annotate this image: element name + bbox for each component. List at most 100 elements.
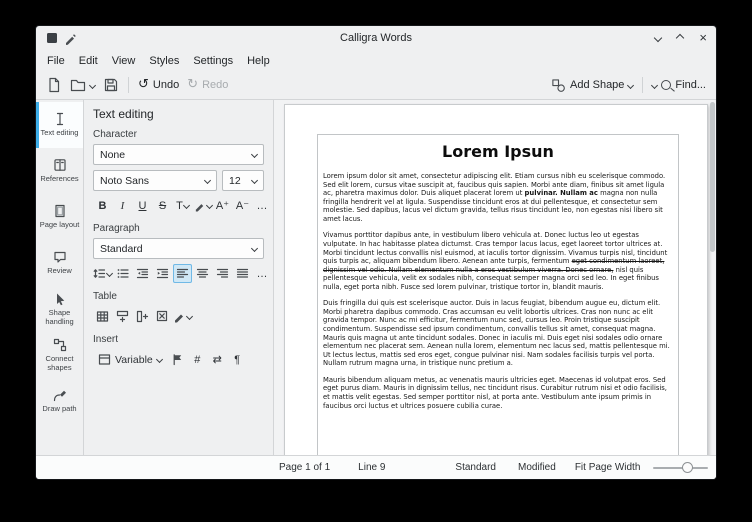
connector-icon <box>53 338 67 352</box>
doc-paragraph: Vivamus porttitor dapibus ante, in vesti… <box>323 231 673 291</box>
chevron-down-icon <box>183 202 190 209</box>
sidebar-item-page-layout[interactable]: Page layout <box>36 194 83 240</box>
document-heading: Lorem Ipsun <box>323 142 673 161</box>
variable-icon <box>98 353 111 366</box>
zoom-mode-button[interactable]: Fit Page Width <box>575 462 641 473</box>
scrollbar-thumb[interactable] <box>710 102 715 252</box>
save-button[interactable] <box>99 74 123 96</box>
toolbar-separator <box>128 77 129 93</box>
decrease-indent-button[interactable] <box>133 264 152 283</box>
menu-settings[interactable]: Settings <box>186 53 240 69</box>
comment-bubble-icon <box>53 250 67 264</box>
align-right-icon <box>216 267 229 280</box>
character-section-label: Character <box>93 129 264 140</box>
sidebar-item-draw-path[interactable]: Draw path <box>36 378 83 424</box>
menu-edit[interactable]: Edit <box>72 53 105 69</box>
chevron-down-icon <box>251 245 258 252</box>
insert-row-button[interactable] <box>113 307 132 326</box>
strikethrough-button[interactable]: S <box>153 196 172 215</box>
document-page[interactable]: Lorem Ipsun Lorem ipsum dolor sit amet, … <box>284 104 708 455</box>
new-document-button[interactable] <box>42 74 66 96</box>
align-right-button[interactable] <box>213 264 232 283</box>
menubar: File Edit View Styles Settings Help <box>36 50 716 71</box>
main-toolbar: ↺ Undo ↻ Redo Add Shape Find... <box>36 71 716 100</box>
align-center-icon <box>196 267 209 280</box>
decrease-indent-icon <box>136 267 149 280</box>
zoom-slider-handle[interactable] <box>682 462 693 473</box>
line-spacing-icon <box>93 267 106 280</box>
delete-table-icon <box>156 310 169 323</box>
delete-table-button[interactable] <box>153 307 172 326</box>
insert-column-button[interactable] <box>133 307 152 326</box>
bold-button[interactable]: B <box>93 196 112 215</box>
increase-indent-button[interactable] <box>153 264 172 283</box>
app-icon <box>45 31 59 45</box>
minimize-button[interactable] <box>654 34 662 42</box>
doc-paragraph: Lorem ipsum dolor sit amet, consectetur … <box>323 172 673 223</box>
border-pen-icon <box>173 310 186 323</box>
menu-help[interactable]: Help <box>240 53 277 69</box>
toolbar-separator <box>642 77 643 93</box>
menu-styles[interactable]: Styles <box>142 53 186 69</box>
insert-cross-reference-button[interactable]: ⇄ <box>208 350 227 369</box>
undo-button[interactable]: ↺ Undo <box>134 76 183 94</box>
sidebar-item-text-editing[interactable]: Text editing <box>36 102 83 148</box>
sidebar-item-shape-handling[interactable]: Shape handling <box>36 286 83 332</box>
align-justify-icon <box>236 267 249 280</box>
insert-table-button[interactable] <box>93 307 112 326</box>
table-border-pen-button[interactable] <box>173 307 192 326</box>
sidebar-item-connect-shapes[interactable]: Connect shapes <box>36 332 83 378</box>
italic-button[interactable]: I <box>113 196 132 215</box>
find-button[interactable]: Find... <box>648 76 710 94</box>
bullet-list-button[interactable] <box>113 264 132 283</box>
grow-font-button[interactable]: A⁺ <box>213 196 232 215</box>
flag-icon <box>171 353 184 366</box>
align-justify-button[interactable] <box>233 264 252 283</box>
sidebar-item-review[interactable]: Review <box>36 240 83 286</box>
insert-bookmark-button[interactable] <box>168 350 187 369</box>
vertical-scrollbar[interactable] <box>710 102 715 453</box>
more-character-options-button[interactable]: … <box>253 196 272 215</box>
font-family-dropdown[interactable]: Noto Sans <box>93 170 217 191</box>
insert-variable-dropdown[interactable]: Variable <box>93 350 167 369</box>
maximize-button[interactable] <box>676 34 684 42</box>
cursor-arrow-icon <box>53 292 67 306</box>
zoom-slider[interactable] <box>653 461 708 475</box>
align-center-button[interactable] <box>193 264 212 283</box>
zoom-slider-track <box>653 467 708 469</box>
close-button[interactable]: × <box>699 33 707 43</box>
tool-tabstrip: Text editing References Page layout <box>36 100 84 455</box>
character-style-dropdown[interactable]: None <box>93 144 264 165</box>
menu-view[interactable]: View <box>105 53 143 69</box>
open-document-button[interactable] <box>66 74 99 96</box>
document-canvas[interactable]: Lorem Ipsun Lorem ipsum dolor sit amet, … <box>274 100 716 455</box>
undo-icon: ↺ <box>138 79 149 91</box>
more-paragraph-options-button[interactable]: … <box>253 264 272 283</box>
highlight-color-button[interactable] <box>193 196 212 215</box>
underline-button[interactable]: U <box>133 196 152 215</box>
shrink-font-button[interactable]: A⁻ <box>233 196 252 215</box>
insert-row-icon <box>116 310 129 323</box>
book-icon <box>53 158 67 172</box>
text-frame[interactable]: Lorem Ipsun Lorem ipsum dolor sit amet, … <box>317 134 679 455</box>
insert-page-number-button[interactable]: # <box>188 350 207 369</box>
line-spacing-button[interactable] <box>93 264 112 283</box>
sidebar-item-references[interactable]: References <box>36 148 83 194</box>
style-indicator[interactable]: Standard <box>455 462 496 473</box>
menu-file[interactable]: File <box>40 53 72 69</box>
table-icon <box>96 310 109 323</box>
font-size-dropdown[interactable]: 12 <box>222 170 264 191</box>
titlebar[interactable]: Calligra Words × <box>36 26 716 50</box>
tool-options-panel: Text editing Character None Noto Sans 12… <box>84 100 274 455</box>
align-left-button[interactable] <box>173 264 192 283</box>
paragraph-style-dropdown[interactable]: Standard <box>93 238 264 259</box>
insert-paragraph-mark-button[interactable]: ¶ <box>228 350 247 369</box>
main-area: Text editing References Page layout <box>36 100 716 455</box>
save-icon <box>103 77 119 93</box>
add-shape-button[interactable]: Add Shape <box>547 75 637 96</box>
redo-button[interactable]: ↻ Redo <box>183 76 232 94</box>
chevron-down-icon <box>205 202 212 209</box>
chevron-down-icon <box>89 81 96 88</box>
open-folder-icon <box>70 77 86 93</box>
superscript-button[interactable]: T <box>173 196 192 215</box>
